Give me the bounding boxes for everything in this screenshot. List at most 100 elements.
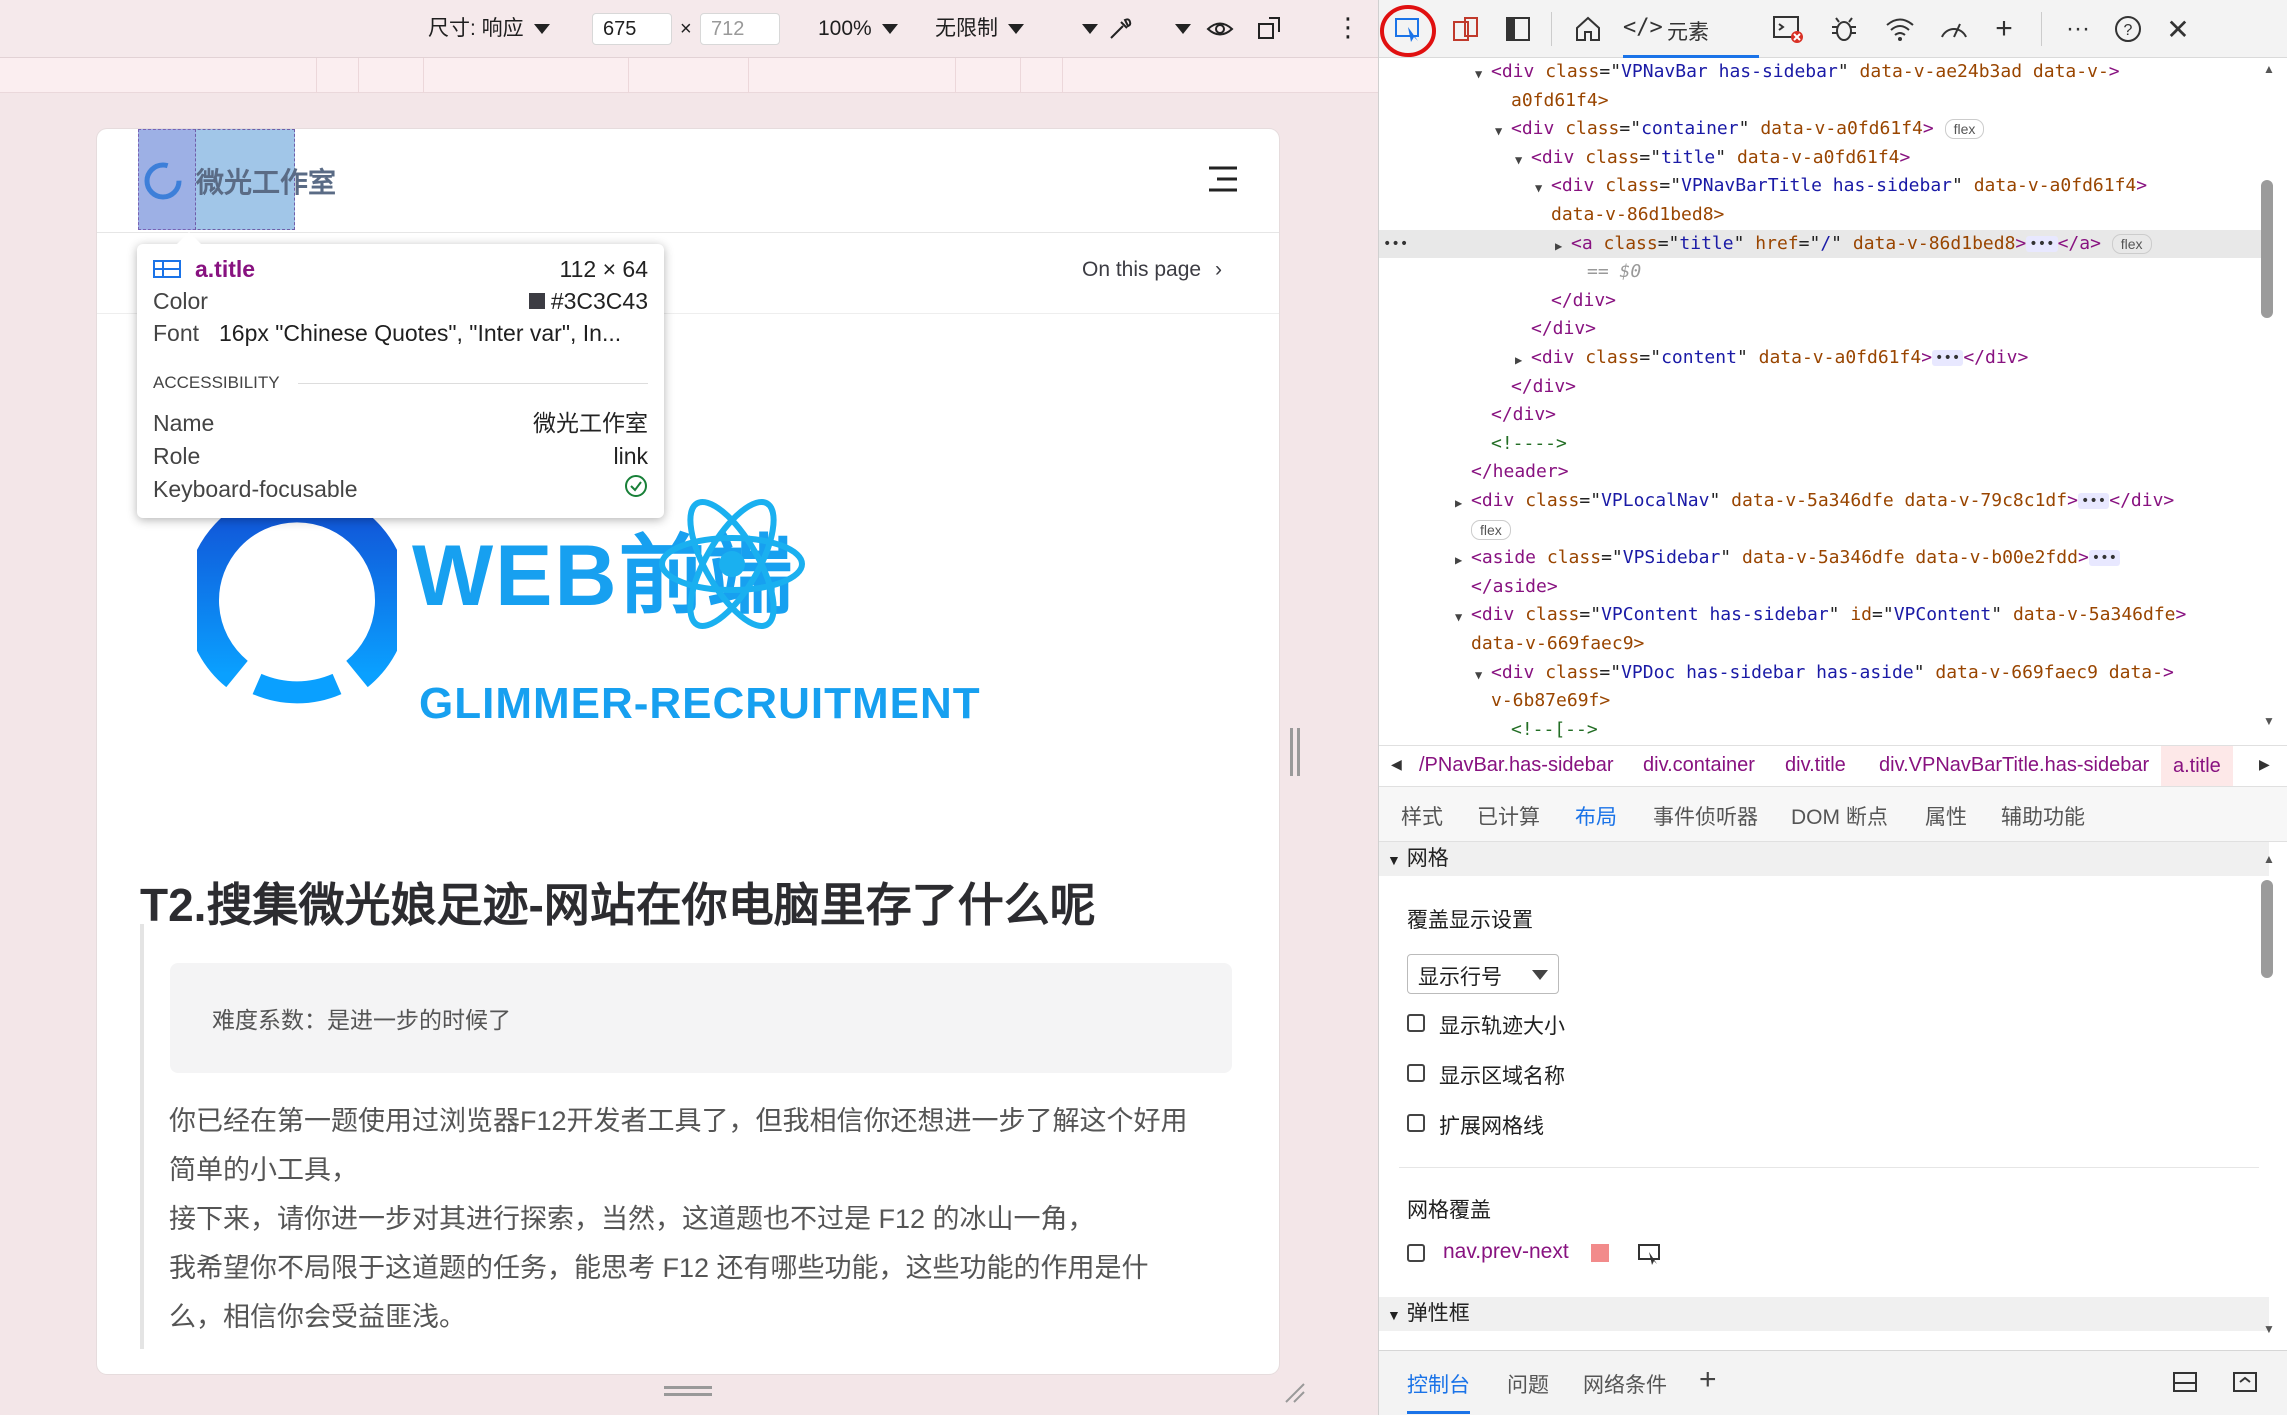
flex-badge[interactable]: flex	[1944, 119, 1985, 140]
tab-elements[interactable]: </> 元素	[1623, 0, 1759, 58]
tab-issues[interactable]: 问题	[1507, 1369, 1549, 1399]
dom-tree-node[interactable]: </header>	[1379, 458, 2269, 486]
dom-tree-node[interactable]: a0fd61f4>	[1379, 87, 2269, 115]
track-sizes-checkbox[interactable]	[1407, 1014, 1425, 1032]
overlay-color-swatch[interactable]	[1591, 1244, 1609, 1262]
triangle-right-icon[interactable]: ▶	[1515, 346, 1522, 375]
grid-item-checkbox[interactable]	[1407, 1244, 1425, 1262]
breadcrumb-item[interactable]: div.container	[1643, 754, 1755, 777]
close-icon[interactable]: ✕	[2161, 12, 2195, 46]
width-input[interactable]: 675	[592, 13, 672, 45]
scroll-up-icon[interactable]: ▲	[2263, 62, 2275, 76]
dom-tree-node[interactable]: </div>	[1379, 401, 2269, 429]
flexbox-section-header[interactable]: ▼ 弹性框	[1379, 1297, 2269, 1331]
triangle-right-icon[interactable]: ▶	[1555, 232, 1562, 261]
dom-tree-node[interactable]: ▼ <div class="title" data-v-a0fd61f4>	[1379, 144, 2269, 172]
dom-tree-node[interactable]: </aside>	[1379, 573, 2269, 601]
breadcrumb-item[interactable]: div.title	[1785, 754, 1846, 777]
add-drawer-tab-icon[interactable]: +	[1699, 1363, 1717, 1397]
triangle-right-icon[interactable]: ▶	[1455, 546, 1462, 575]
tab-event-listeners[interactable]: 事件侦听器	[1653, 801, 1758, 831]
vision-dropdown[interactable]	[1165, 14, 1191, 44]
extend-lines-checkbox[interactable]	[1407, 1114, 1425, 1132]
breadcrumb-right-icon[interactable]: ▶	[2259, 756, 2270, 773]
close-drawer-icon[interactable]	[2231, 1369, 2259, 1401]
dom-tree-node[interactable]: </div>	[1379, 315, 2269, 343]
dom-tree-node[interactable]: flex	[1379, 516, 2269, 544]
breadcrumb-item[interactable]: div.VPNavBarTitle.has-sidebar	[1879, 754, 2149, 777]
dom-tree-node[interactable]: <!---->	[1379, 430, 2269, 458]
dom-tree-node[interactable]: <!--[-->	[1379, 716, 2269, 738]
dom-tree-node[interactable]: ▼ <div class="VPContent has-sidebar" id="…	[1379, 601, 2269, 629]
breadcrumb-left-icon[interactable]: ◀	[1391, 756, 1402, 773]
tab-properties[interactable]: 属性	[1925, 801, 1967, 831]
expand-ellipsis[interactable]: •••	[2026, 235, 2058, 252]
triangle-down-icon[interactable]: ▼	[1515, 146, 1522, 175]
help-icon[interactable]: ?	[2111, 12, 2145, 46]
device-size-dropdown[interactable]: 尺寸: 响应	[428, 14, 550, 44]
triangle-right-icon[interactable]: ▶	[1455, 489, 1462, 518]
triangle-down-icon[interactable]: ▼	[1475, 661, 1482, 690]
console-icon[interactable]	[1771, 12, 1805, 46]
scroll-down-icon[interactable]: ▼	[2263, 1322, 2275, 1336]
reveal-element-icon[interactable]	[1637, 1242, 1663, 1272]
undock-drawer-icon[interactable]	[2171, 1369, 2199, 1401]
eyedropper-icon[interactable]	[1105, 14, 1135, 44]
dom-tree-node[interactable]: ▼ <div class="VPNavBar has-sidebar" data-…	[1379, 58, 2269, 86]
rotate-icon[interactable]	[1255, 14, 1285, 44]
tab-styles[interactable]: 样式	[1401, 801, 1443, 831]
triangle-down-icon[interactable]: ▼	[1455, 603, 1462, 632]
dock-side-icon[interactable]	[1501, 12, 1535, 46]
elements-scrollbar[interactable]	[2261, 180, 2273, 318]
tab-console[interactable]: 控制台	[1407, 1369, 1470, 1414]
throttle-dropdown[interactable]: 无限制	[935, 14, 1024, 44]
bug-icon[interactable]	[1827, 12, 1861, 46]
on-this-page-button[interactable]: On this page ›	[1082, 258, 1222, 282]
dom-tree-node[interactable]: ▶ <div class="VPLocalNav" data-v-5a346dfe…	[1379, 487, 2269, 515]
dom-tree-node[interactable]: ▶ <aside class="VPSidebar" data-v-5a346df…	[1379, 544, 2269, 572]
device-toggle-icon[interactable]	[1449, 12, 1483, 46]
grid-section-header[interactable]: ▼ 网格	[1379, 842, 2269, 876]
height-input[interactable]: 712	[700, 13, 780, 45]
tab-computed[interactable]: 已计算	[1477, 801, 1540, 831]
corner-resize-icon[interactable]	[1282, 1380, 1306, 1409]
tab-layout[interactable]: 布局	[1575, 801, 1617, 846]
breadcrumb-item-active[interactable]: a.title	[2161, 746, 2233, 786]
node-menu-icon[interactable]: •••	[1383, 230, 1408, 259]
dom-tree-node[interactable]: == $0	[1379, 258, 2269, 286]
triangle-down-icon[interactable]: ▼	[1535, 174, 1542, 203]
performance-icon[interactable]	[1937, 12, 1971, 46]
flex-badge[interactable]: flex	[1471, 519, 1511, 540]
tab-network-conditions[interactable]: 网络条件	[1583, 1369, 1667, 1399]
dom-tree-node[interactable]: </div>	[1379, 287, 2269, 315]
area-names-checkbox[interactable]	[1407, 1064, 1425, 1082]
vertical-resize-handle[interactable]	[664, 1386, 712, 1396]
triangle-down-icon[interactable]: ▼	[1495, 117, 1502, 146]
scroll-down-icon[interactable]: ▼	[2263, 714, 2275, 728]
triangle-down-icon[interactable]: ▼	[1475, 60, 1482, 89]
eye-icon[interactable]	[1205, 14, 1235, 44]
zoom-dropdown[interactable]: 100%	[818, 14, 898, 44]
expand-ellipsis[interactable]: •••	[2088, 550, 2121, 567]
wifi-icon[interactable]	[1883, 12, 1917, 46]
overlay-select[interactable]: 显示行号	[1407, 954, 1559, 994]
breadcrumb-item[interactable]: /PNavBar.has-sidebar	[1419, 754, 1614, 777]
expand-ellipsis[interactable]: •••	[2077, 493, 2110, 509]
dom-tree-node[interactable]: data-v-86d1bed8>	[1379, 201, 2269, 229]
grid-item-label[interactable]: nav.prev-next	[1443, 1240, 1569, 1264]
flex-badge[interactable]: flex	[2111, 233, 2152, 254]
dom-tree-node[interactable]: ▶ ••• <a class="title" href="/" data-v-86d…	[1379, 229, 2269, 261]
dom-tree-node[interactable]: ▶ <div class="content" data-v-a0fd61f4> ••…	[1379, 344, 2269, 372]
scroll-up-icon[interactable]: ▲	[2263, 852, 2275, 866]
dom-tree-node[interactable]: v-6b87e69f>	[1379, 687, 2269, 715]
horizontal-resize-handle[interactable]	[1290, 728, 1300, 776]
dom-tree-node[interactable]: ▼ <div class="container" data-v-a0fd61f4>…	[1379, 115, 2269, 143]
menu-icon[interactable]	[1207, 165, 1239, 198]
tab-dom-breakpoints[interactable]: DOM 断点	[1791, 801, 1888, 831]
layout-scrollbar[interactable]	[2261, 880, 2273, 978]
dom-tree-node[interactable]: data-v-669faec9>	[1379, 630, 2269, 658]
expand-ellipsis[interactable]: •••	[1932, 350, 1964, 366]
add-tab-icon[interactable]: +	[1987, 12, 2021, 46]
dom-tree-node[interactable]: ▼ <div class="VPDoc has-sidebar has-aside…	[1379, 659, 2269, 687]
more-horiz-icon[interactable]: ···	[2061, 12, 2095, 46]
